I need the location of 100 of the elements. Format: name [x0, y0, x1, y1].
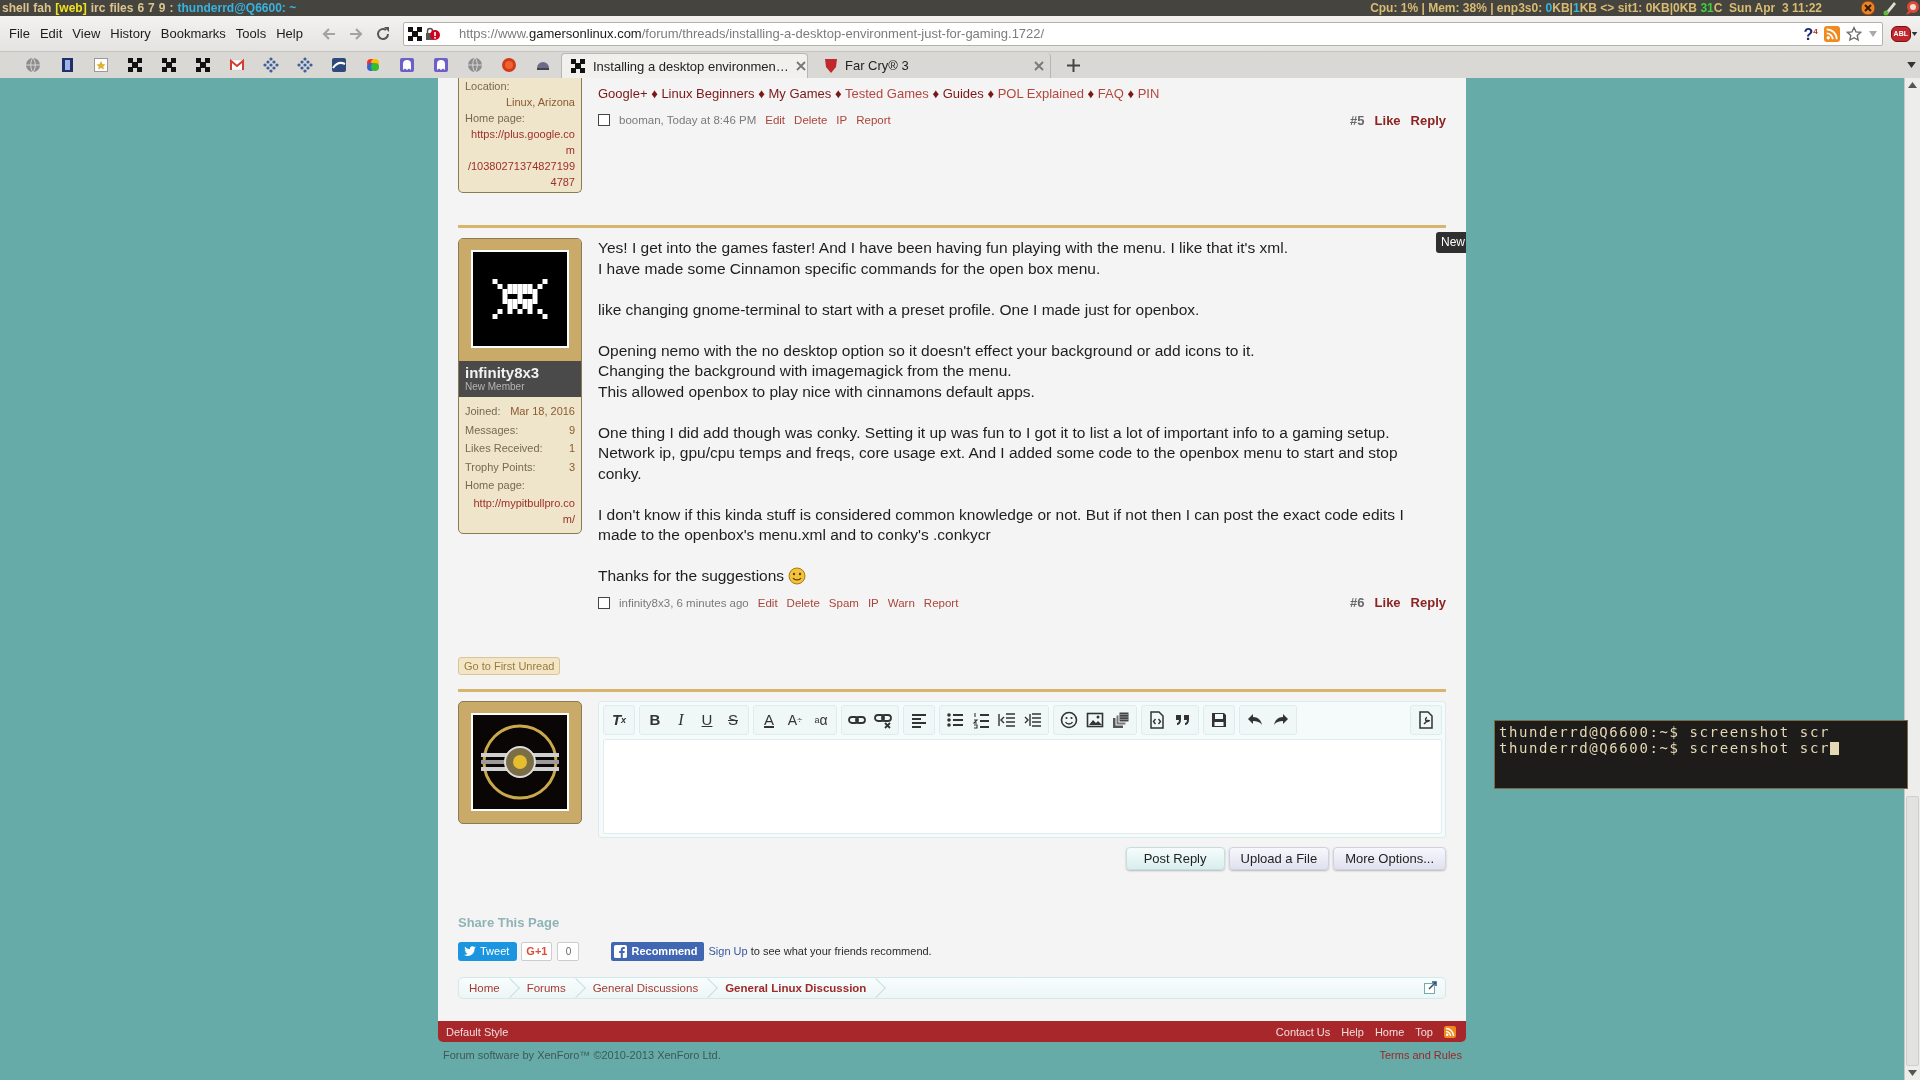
menu-item[interactable]: Help: [271, 23, 308, 44]
tweet-button[interactable]: Tweet: [458, 941, 518, 961]
menu-item[interactable]: Tools: [230, 23, 272, 44]
menu-item[interactable]: File: [4, 23, 35, 44]
seal-icon[interactable]: [501, 57, 517, 73]
reload-icon[interactable]: [374, 25, 391, 42]
workspace-item[interactable]: 7: [148, 0, 155, 16]
like-link[interactable]: Like: [1374, 595, 1401, 610]
select-checkbox[interactable]: [598, 596, 610, 609]
mail-icon[interactable]: [229, 57, 245, 73]
pixel-logo-icon[interactable]: [127, 57, 143, 73]
post-action-link[interactable]: Edit: [757, 596, 778, 609]
menu-item[interactable]: Edit: [34, 23, 68, 44]
star-icon[interactable]: [1845, 25, 1862, 42]
post-number-link[interactable]: #5: [1350, 112, 1365, 128]
breadcrumb-link[interactable]: Forums: [526, 977, 593, 998]
form-button[interactable]: More Options...: [1333, 846, 1446, 870]
post-action-link[interactable]: IP: [836, 114, 848, 126]
signature-link[interactable]: Google+: [598, 86, 648, 101]
select-checkbox[interactable]: [598, 114, 610, 126]
homepage-link[interactable]: http://mypitbullpro.com/: [465, 494, 575, 528]
post-action-link[interactable]: Spam: [828, 596, 859, 609]
strike-button[interactable]: S: [720, 705, 746, 734]
cross-circle-icon[interactable]: [1860, 0, 1876, 16]
url-field[interactable]: https://www.gamersonlinux.com/forum/threads/installing-a-desktop-environment-just-for-gaming.1722/: [446, 22, 1798, 45]
first-unread-button[interactable]: Go to First Unread: [458, 656, 561, 675]
footer-link[interactable]: Help: [1341, 1025, 1364, 1038]
sign-up-link[interactable]: Sign Up: [708, 945, 748, 957]
post-action-link[interactable]: IP: [867, 596, 879, 609]
menu-item[interactable]: View: [67, 23, 106, 44]
workspace-item[interactable]: 6: [137, 0, 145, 16]
plus-one-button[interactable]: G+1: [521, 941, 553, 961]
style-chooser-link[interactable]: Default Style: [446, 1025, 509, 1038]
post-action-link[interactable]: Edit: [765, 114, 786, 126]
form-button[interactable]: Upload a File: [1228, 846, 1330, 870]
signature-link[interactable]: Tested Games: [844, 86, 929, 101]
signature-link[interactable]: Guides: [942, 86, 984, 101]
post-action-link[interactable]: Delete: [794, 114, 828, 126]
font-size-button[interactable]: A$^{÷}$: [782, 705, 808, 734]
username[interactable]: infinity8x3: [465, 365, 575, 381]
pixel-logo-icon[interactable]: [161, 57, 177, 73]
caret-icon[interactable]: [1911, 30, 1918, 37]
dots-icon[interactable]: [263, 57, 279, 73]
menu-item[interactable]: Bookmarks: [155, 23, 231, 44]
signature-link[interactable]: FAQ: [1097, 86, 1124, 101]
pixel-logo-icon[interactable]: [195, 57, 211, 73]
book-icon[interactable]: [59, 57, 75, 73]
arrow-down-icon[interactable]: [1908, 1070, 1917, 1076]
wave-icon[interactable]: [331, 57, 347, 73]
recommend-button[interactable]: Recommend: [611, 941, 704, 961]
post-action-link[interactable]: Warn: [887, 596, 915, 609]
browser-tab[interactable]: Installing a desktop environmen…: [561, 53, 808, 78]
pen-icon[interactable]: [1882, 0, 1898, 16]
close-icon[interactable]: [795, 61, 806, 71]
bold-button[interactable]: B: [642, 705, 668, 734]
signature-link[interactable]: POL Explained: [997, 86, 1084, 101]
signature-link[interactable]: My Games: [768, 86, 832, 101]
menu-item[interactable]: History: [105, 23, 156, 44]
post-action-link[interactable]: Report: [923, 596, 959, 609]
font-color-button[interactable]: A: [756, 705, 782, 734]
workspace-item[interactable]: shell: [2, 0, 30, 16]
signature-link[interactable]: PIN: [1137, 86, 1160, 101]
avatar-image[interactable]: [471, 250, 569, 348]
workspace-item[interactable]: irc: [90, 0, 106, 16]
close-icon[interactable]: [1034, 60, 1044, 71]
arrow-box-icon[interactable]: [1424, 981, 1437, 994]
breadcrumb-link[interactable]: Home: [469, 977, 527, 998]
color-circles-icon[interactable]: [365, 57, 381, 73]
underline-button[interactable]: U: [694, 705, 720, 734]
footer-link[interactable]: Home: [1374, 1025, 1405, 1038]
avatar-image[interactable]: [471, 712, 569, 811]
plus-icon[interactable]: [1067, 58, 1080, 72]
form-button[interactable]: Post Reply: [1125, 846, 1225, 870]
italic-button[interactable]: I: [668, 705, 694, 734]
bubble-icon[interactable]: [1904, 0, 1920, 16]
footer-link[interactable]: Contact Us: [1275, 1025, 1331, 1038]
ghost-icon[interactable]: [399, 57, 415, 73]
reply-link[interactable]: Reply: [1410, 595, 1446, 610]
post-action-link[interactable]: Delete: [786, 596, 820, 609]
homepage-link[interactable]: https://plus.google.com/103802713748271994787: [465, 126, 575, 190]
breadcrumb-link[interactable]: General Discussions: [592, 977, 726, 998]
help-extension-button[interactable]: ?$^{4}$: [1803, 21, 1818, 46]
caret-icon[interactable]: [1907, 62, 1916, 68]
arrow-up-icon[interactable]: [1908, 82, 1917, 88]
rss-icon[interactable]: [1444, 1025, 1456, 1038]
workspace-item[interactable]: fah: [33, 0, 52, 16]
dots-icon[interactable]: [297, 57, 313, 73]
picture-icon[interactable]: [93, 57, 109, 73]
font-family-button[interactable]: $^{a}$α: [808, 705, 834, 734]
workspace-item[interactable]: files: [109, 0, 134, 16]
post-number-link[interactable]: #6: [1350, 595, 1365, 610]
scrollbar-thumb[interactable]: [1906, 796, 1919, 1066]
footer-link[interactable]: Top: [1415, 1025, 1433, 1038]
workspace-item[interactable]: 9: [158, 0, 166, 16]
ghost-icon[interactable]: [433, 57, 449, 73]
like-link[interactable]: Like: [1374, 112, 1401, 128]
post-action-link[interactable]: Report: [856, 114, 891, 126]
reply-link[interactable]: Reply: [1410, 112, 1446, 128]
workspace-item[interactable]: [web]: [55, 0, 87, 16]
site-logo-icon[interactable]: [406, 25, 441, 42]
